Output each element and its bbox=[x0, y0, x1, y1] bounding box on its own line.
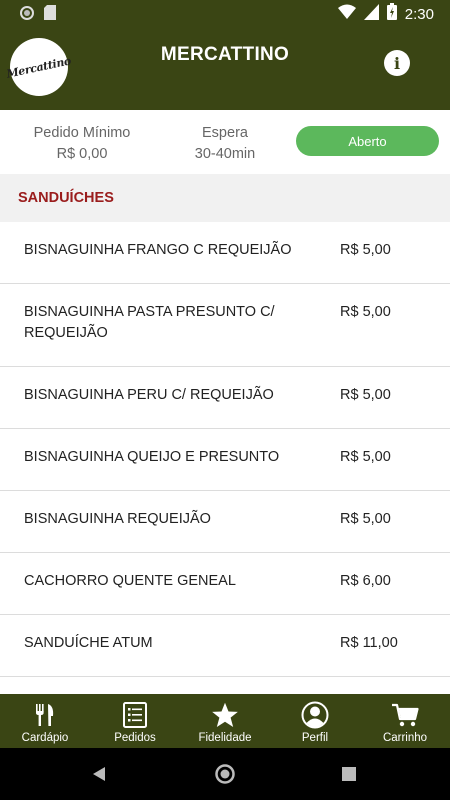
wait-time: Espera 30-40min bbox=[165, 123, 285, 165]
item-price: R$ 6,00 bbox=[340, 573, 391, 589]
item-price: R$ 5,00 bbox=[340, 449, 391, 465]
section-header: SANDUÍCHES bbox=[0, 174, 450, 222]
recents-icon[interactable] bbox=[342, 767, 356, 786]
nav-item-fidelidade[interactable]: Fidelidade bbox=[180, 694, 270, 748]
menu-item[interactable]: BISNAGUINHA REQUEIJÃO R$ 5,00 bbox=[0, 491, 450, 553]
back-icon[interactable] bbox=[92, 766, 106, 787]
sd-card-icon bbox=[44, 5, 56, 25]
menu-item[interactable]: BISNAGUINHA QUEIJO E PRESUNTO R$ 5,00 bbox=[0, 429, 450, 491]
menu-item[interactable]: BISNAGUINHA FRANGO C REQUEIJÃO R$ 5,00 bbox=[0, 222, 450, 284]
nav-item-carrinho[interactable]: Carrinho bbox=[360, 694, 450, 748]
min-order: Pedido Mínimo R$ 0,00 bbox=[18, 123, 146, 165]
app-bar: Mercattino MERCATTINO i bbox=[0, 26, 450, 110]
item-price: R$ 11,00 bbox=[340, 635, 398, 651]
item-name: BISNAGUINHA PASTA PRESUNTO C/ REQUEIJÃO bbox=[24, 304, 275, 341]
nav-label: Perfil bbox=[301, 732, 329, 744]
wifi-icon bbox=[337, 4, 356, 25]
status-time: 2:30 bbox=[404, 5, 434, 23]
item-price: R$ 5,00 bbox=[340, 511, 391, 527]
system-nav-bar bbox=[0, 748, 450, 800]
list-icon bbox=[121, 701, 149, 729]
person-icon bbox=[301, 701, 329, 729]
cart-icon bbox=[391, 701, 419, 729]
menu-list[interactable]: BISNAGUINHA FRANGO C REQUEIJÃO R$ 5,00 B… bbox=[0, 222, 450, 694]
nav-item-perfil[interactable]: Perfil bbox=[270, 694, 360, 748]
nav-label: Cardápio bbox=[21, 732, 69, 744]
wait-value: 30-40min bbox=[194, 146, 256, 162]
home-icon[interactable] bbox=[215, 764, 235, 789]
item-name: BISNAGUINHA QUEIJO E PRESUNTO bbox=[24, 449, 280, 465]
nav-label: Pedidos bbox=[114, 732, 156, 744]
item-name: BISNAGUINHA PERU C/ REQUEIJÃO bbox=[24, 387, 274, 403]
info-icon: i bbox=[393, 53, 401, 73]
menu-item[interactable]: CACHORRO QUENTE GENEAL R$ 6,00 bbox=[0, 553, 450, 615]
signal-icon bbox=[363, 3, 379, 25]
nav-item-pedidos[interactable]: Pedidos bbox=[90, 694, 180, 748]
notification-circle-icon bbox=[20, 5, 34, 25]
store-info-bar: Pedido Mínimo R$ 0,00 Espera 30-40min Ab… bbox=[0, 110, 450, 174]
min-order-value: R$ 0,00 bbox=[56, 146, 108, 162]
item-price: R$ 5,00 bbox=[340, 387, 391, 403]
battery-icon bbox=[386, 3, 397, 25]
nav-label: Fidelidade bbox=[198, 732, 252, 744]
nav-label: Carrinho bbox=[382, 732, 428, 744]
menu-item[interactable]: SANDUÍCHE ATUM R$ 11,00 bbox=[0, 615, 450, 677]
menu-item[interactable]: BISNAGUINHA PERU C/ REQUEIJÃO R$ 5,00 bbox=[0, 367, 450, 429]
fork-knife-icon bbox=[31, 701, 59, 729]
item-price: R$ 5,00 bbox=[340, 304, 391, 320]
item-name: SANDUÍCHE ATUM bbox=[24, 635, 153, 651]
item-name: CACHORRO QUENTE GENEAL bbox=[24, 573, 236, 589]
menu-item[interactable]: BISNAGUINHA PASTA PRESUNTO C/ REQUEIJÃO … bbox=[0, 284, 450, 367]
wait-label: Espera bbox=[202, 125, 248, 141]
page-title: MERCATTINO bbox=[160, 44, 290, 65]
nav-item-cardapio[interactable]: Cardápio bbox=[0, 694, 90, 748]
item-name: BISNAGUINHA REQUEIJÃO bbox=[24, 511, 211, 527]
status-bar: 2:30 bbox=[0, 0, 450, 26]
info-button[interactable]: i bbox=[384, 50, 410, 76]
item-name: BISNAGUINHA FRANGO C REQUEIJÃO bbox=[24, 242, 292, 258]
screen: 2:30 Mercattino MERCATTINO i Pedido Míni… bbox=[0, 0, 450, 800]
star-icon bbox=[211, 701, 239, 729]
store-status-badge: Aberto bbox=[296, 126, 439, 156]
item-price: R$ 5,00 bbox=[340, 242, 391, 258]
min-order-label: Pedido Mínimo bbox=[33, 125, 131, 141]
bottom-nav: Cardápio Pedidos Fidelidade Perfil Carri… bbox=[0, 694, 450, 748]
